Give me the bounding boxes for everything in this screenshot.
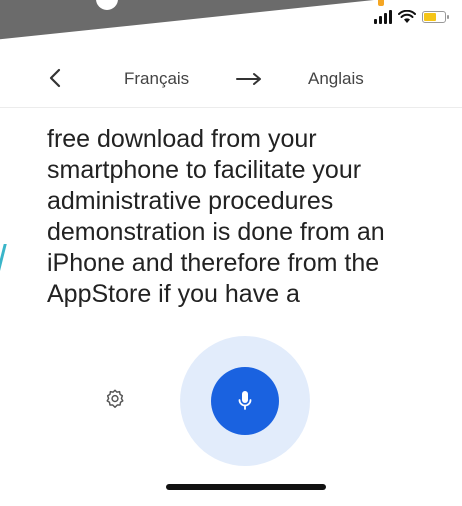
status-bar [374,10,449,24]
transcript-line: iPhone and therefore from the [47,249,380,277]
transcript-text: free download from your smartphone to fa… [47,124,447,310]
microphone-icon [238,391,252,410]
settings-button[interactable] [104,388,126,410]
language-header: Français Anglais [0,52,462,108]
transcript-line: AppStore if you have a [47,280,300,308]
transcript-line: free download from your [47,125,317,153]
signal-icon [374,10,392,24]
gear-icon [106,389,124,408]
microphone-button[interactable] [211,367,279,435]
home-indicator[interactable] [166,484,326,490]
overlay-accent [378,0,384,6]
wifi-icon [398,10,416,23]
chevron-left-icon [49,68,61,88]
back-button[interactable] [44,66,66,90]
battery-icon [422,11,449,23]
edge-decoration [0,244,12,274]
transcript-line: administrative procedures [47,187,334,215]
target-language-button[interactable]: Anglais [308,69,364,89]
transcript-line: demonstration is done from an [47,218,385,246]
arrow-right-icon [236,73,261,85]
source-language-button[interactable]: Français [124,69,189,89]
transcript-line: smartphone to facilitate your [47,156,362,184]
